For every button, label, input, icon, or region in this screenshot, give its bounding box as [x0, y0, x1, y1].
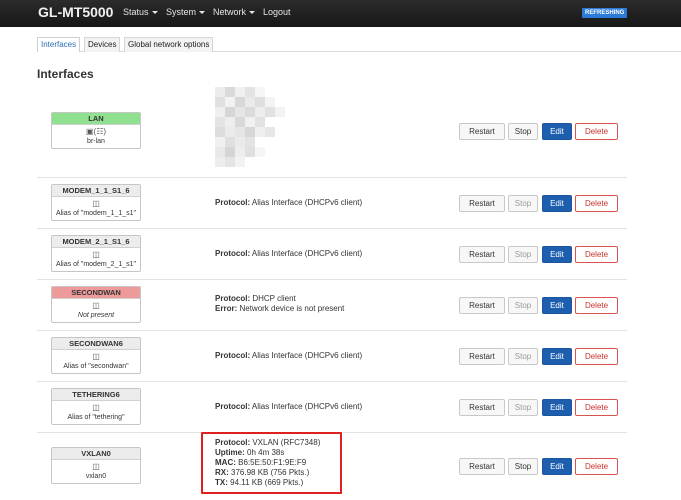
- interface-row-modem-2: MODEM_2_1_S1_6 ◫ Alias of "modem_2_1_s1"…: [37, 228, 627, 279]
- tab-bar: Interfaces Devices Global network option…: [37, 37, 681, 52]
- interface-row-secondwan: SECONDWAN ◫ Not present Protocol: DHCP c…: [37, 279, 627, 330]
- protocol-value: Alias Interface (DHCPv6 client): [251, 351, 363, 360]
- network-bridge-icon: ▣(☷): [85, 127, 107, 136]
- interface-device: Alias of "modem_1_1_s1": [55, 210, 137, 217]
- interface-status: Protocol: Alias Interface (DHCPv6 client…: [215, 402, 362, 412]
- alias-icon: ◫: [92, 301, 100, 310]
- page-title: Interfaces: [37, 67, 94, 81]
- protocol-label: Protocol:: [215, 402, 251, 411]
- nav-status[interactable]: Status: [123, 7, 158, 17]
- delete-button[interactable]: Delete: [575, 348, 618, 365]
- tab-devices[interactable]: Devices: [84, 37, 121, 52]
- delete-button[interactable]: Delete: [575, 399, 618, 416]
- interface-badge-lan: LAN ▣(☷) br-lan: [51, 112, 141, 149]
- interface-badge-modem-1: MODEM_1_1_S1_6 ◫ Alias of "modem_1_1_s1": [51, 184, 141, 221]
- interface-row-secondwan6: SECONDWAN6 ◫ Alias of "secondwan" Protoc…: [37, 330, 627, 381]
- restart-button[interactable]: Restart: [459, 195, 505, 212]
- error-value: Network device is not present: [239, 304, 345, 313]
- nav-system[interactable]: System: [166, 7, 206, 17]
- nav-network-label: Network: [213, 7, 247, 17]
- interface-status: Protocol: Alias Interface (DHCPv6 client…: [215, 198, 362, 208]
- interface-badge-secondwan: SECONDWAN ◫ Not present: [51, 286, 141, 323]
- interface-name: SECONDWAN6: [52, 338, 140, 350]
- chevron-down-icon: [249, 11, 256, 15]
- interface-device: Not present: [77, 312, 115, 319]
- annotation-highlight-box: [201, 432, 342, 494]
- stop-button[interactable]: Stop: [508, 297, 538, 314]
- delete-button[interactable]: Delete: [575, 458, 618, 475]
- edit-button[interactable]: Edit: [542, 195, 572, 212]
- error-label: Error:: [215, 304, 238, 313]
- restart-button[interactable]: Restart: [459, 399, 505, 416]
- nav-logout[interactable]: Logout: [263, 7, 291, 17]
- interface-row-modem-1: MODEM_1_1_S1_6 ◫ Alias of "modem_1_1_s1"…: [37, 177, 627, 228]
- chevron-down-icon: [151, 11, 158, 15]
- nav-status-label: Status: [123, 7, 149, 17]
- stop-button[interactable]: Stop: [508, 246, 538, 263]
- interface-row-lan: LAN ▣(☷) br-lan Restart Stop Edit Delete: [37, 87, 627, 177]
- delete-button[interactable]: Delete: [575, 246, 618, 263]
- restart-button[interactable]: Restart: [459, 246, 505, 263]
- interface-row-tethering6: TETHERING6 ◫ Alias of "tethering" Protoc…: [37, 381, 627, 432]
- protocol-value: DHCP client: [252, 294, 296, 303]
- stop-button[interactable]: Stop: [508, 195, 538, 212]
- stop-button[interactable]: Stop: [508, 399, 538, 416]
- interface-device: Alias of "secondwan": [63, 363, 129, 370]
- alias-icon: ◫: [92, 250, 100, 259]
- refreshing-badge: REFRESHING: [582, 8, 628, 18]
- edit-button[interactable]: Edit: [542, 297, 572, 314]
- interface-device: vxlan0: [85, 473, 107, 480]
- interface-device: br-lan: [87, 138, 105, 145]
- interface-status: Protocol: DHCP client Error: Network dev…: [215, 294, 344, 314]
- protocol-label: Protocol:: [215, 249, 251, 258]
- tab-interfaces[interactable]: Interfaces: [37, 37, 81, 52]
- interface-status: Protocol: Alias Interface (DHCPv6 client…: [215, 351, 362, 361]
- interface-name: SECONDWAN: [52, 287, 140, 299]
- interface-badge-tethering6: TETHERING6 ◫ Alias of "tethering": [51, 388, 141, 425]
- chevron-down-icon: [199, 11, 206, 15]
- protocol-label: Protocol:: [215, 351, 251, 360]
- restart-button[interactable]: Restart: [459, 348, 505, 365]
- stop-button[interactable]: Stop: [508, 458, 538, 475]
- delete-button[interactable]: Delete: [575, 123, 618, 140]
- stop-button[interactable]: Stop: [508, 348, 538, 365]
- delete-button[interactable]: Delete: [575, 297, 618, 314]
- delete-button[interactable]: Delete: [575, 195, 618, 212]
- edit-button[interactable]: Edit: [542, 348, 572, 365]
- edit-button[interactable]: Edit: [542, 246, 572, 263]
- edit-button[interactable]: Edit: [542, 458, 572, 475]
- protocol-value: Alias Interface (DHCPv6 client): [251, 402, 363, 411]
- alias-icon: ◫: [92, 199, 100, 208]
- edit-button[interactable]: Edit: [542, 123, 572, 140]
- stop-button[interactable]: Stop: [508, 123, 538, 140]
- alias-icon: ◫: [92, 403, 100, 412]
- interface-name: VXLAN0: [52, 448, 140, 460]
- top-navbar: GL-MT5000 Status System Network Logout R…: [0, 0, 681, 27]
- nav-network[interactable]: Network: [213, 7, 256, 17]
- alias-icon: ◫: [92, 352, 100, 361]
- interface-badge-modem-2: MODEM_2_1_S1_6 ◫ Alias of "modem_2_1_s1": [51, 235, 141, 272]
- interface-name: MODEM_2_1_S1_6: [52, 236, 140, 248]
- interface-device: Alias of "tethering": [67, 414, 125, 421]
- interface-badge-secondwan6: SECONDWAN6 ◫ Alias of "secondwan": [51, 337, 141, 374]
- brand-title[interactable]: GL-MT5000: [38, 4, 113, 20]
- alias-icon: ◫: [92, 462, 100, 471]
- interface-status: Protocol: Alias Interface (DHCPv6 client…: [215, 249, 362, 259]
- blurred-status-region: [215, 87, 285, 175]
- protocol-value: Alias Interface (DHCPv6 client): [251, 198, 363, 207]
- protocol-value: Alias Interface (DHCPv6 client): [251, 249, 363, 258]
- interface-device: Alias of "modem_2_1_s1": [55, 261, 137, 268]
- restart-button[interactable]: Restart: [459, 297, 505, 314]
- restart-button[interactable]: Restart: [459, 458, 505, 475]
- protocol-label: Protocol:: [215, 294, 251, 303]
- tab-global-network-options[interactable]: Global network options: [124, 37, 214, 52]
- interface-name: LAN: [52, 113, 140, 125]
- interface-name: TETHERING6: [52, 389, 140, 401]
- restart-button[interactable]: Restart: [459, 123, 505, 140]
- nav-system-label: System: [166, 7, 197, 17]
- interface-name: MODEM_1_1_S1_6: [52, 185, 140, 197]
- protocol-label: Protocol:: [215, 198, 251, 207]
- interface-badge-vxlan0: VXLAN0 ◫ vxlan0: [51, 447, 141, 484]
- edit-button[interactable]: Edit: [542, 399, 572, 416]
